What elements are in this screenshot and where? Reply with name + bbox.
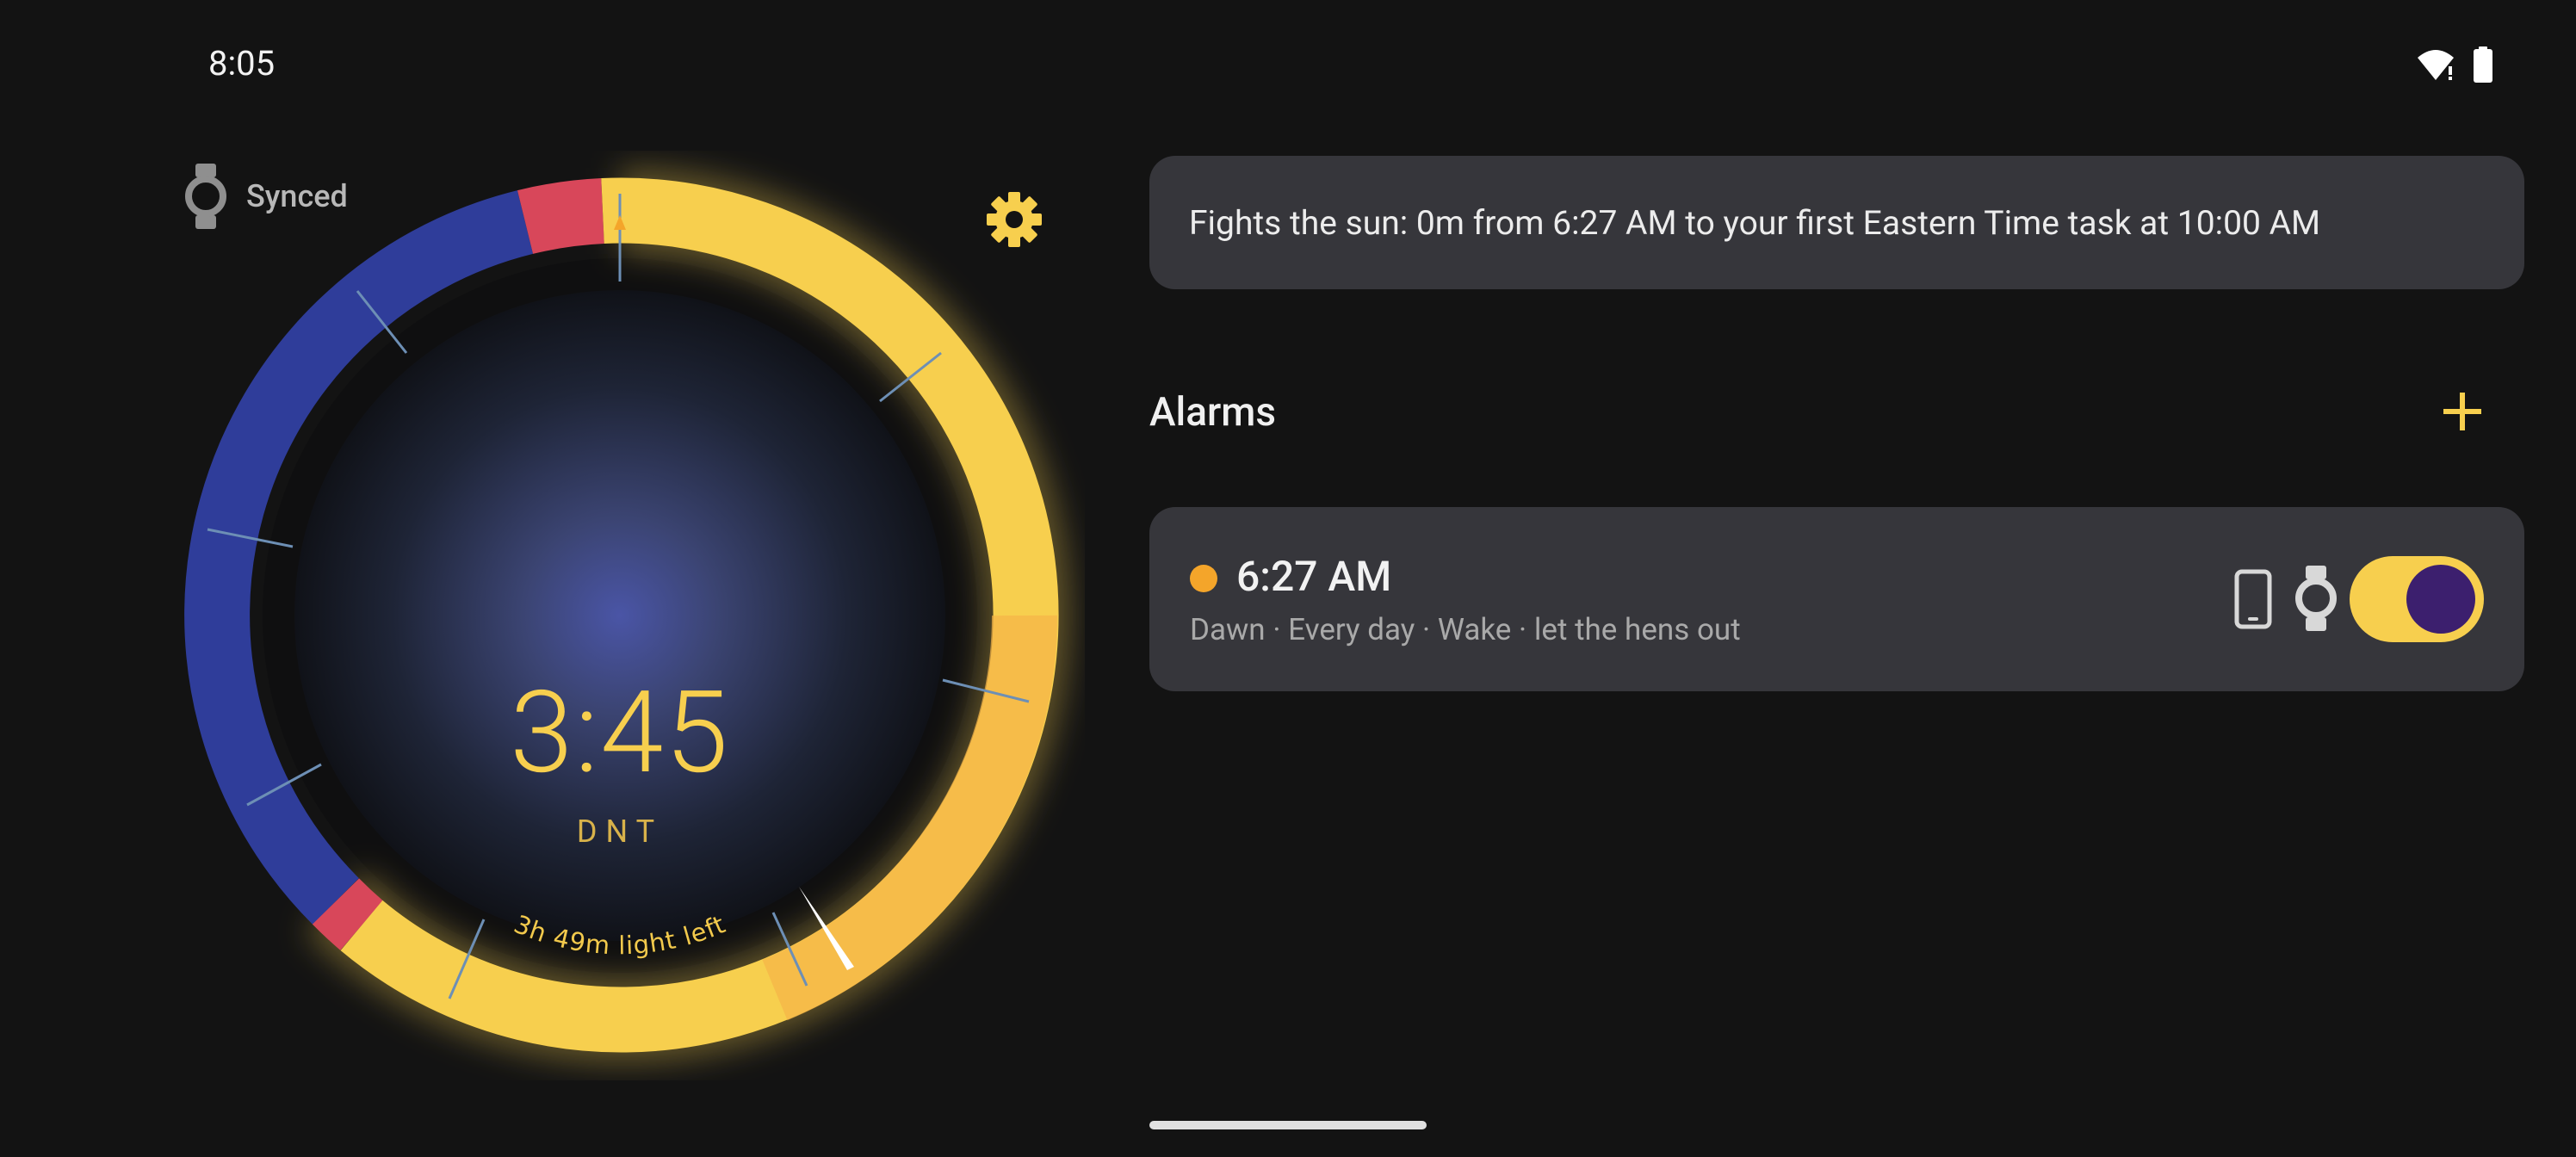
alarm-status-dot: [1190, 565, 1217, 592]
wifi-icon: [2418, 50, 2454, 80]
clock-zone: DNT: [576, 814, 664, 850]
phone-icon[interactable]: [2234, 569, 2272, 629]
clock-time: 3:45: [510, 667, 730, 800]
status-icons: [2416, 46, 2493, 83]
sun-info-card: Fights the sun: 0m from 6:27 AM to your …: [1149, 156, 2524, 289]
home-gesture-bar[interactable]: [1149, 1121, 1427, 1129]
alarm-toggle-knob: [2406, 565, 2475, 634]
add-alarm-button[interactable]: [2435, 384, 2490, 439]
alarm-time: 6:27 AM: [1236, 552, 1392, 601]
sun-info-text: Fights the sun: 0m from 6:27 AM to your …: [1189, 202, 2321, 243]
status-time: 8:05: [208, 43, 276, 84]
battery-icon: [2474, 46, 2492, 83]
alarm-item[interactable]: 6:27 AM Dawn · Every day · Wake · let th…: [1149, 507, 2524, 691]
alarms-heading: Alarms: [1149, 389, 1277, 436]
alarm-description: Dawn · Every day · Wake · let the hens o…: [1190, 612, 1741, 647]
watch-icon[interactable]: [2294, 566, 2338, 631]
alarm-toggle[interactable]: [2350, 556, 2484, 642]
settings-gear-icon[interactable]: [986, 191, 1043, 248]
sun-dial[interactable]: 3h 49m light left 3:45 DNT: [155, 151, 1085, 1080]
